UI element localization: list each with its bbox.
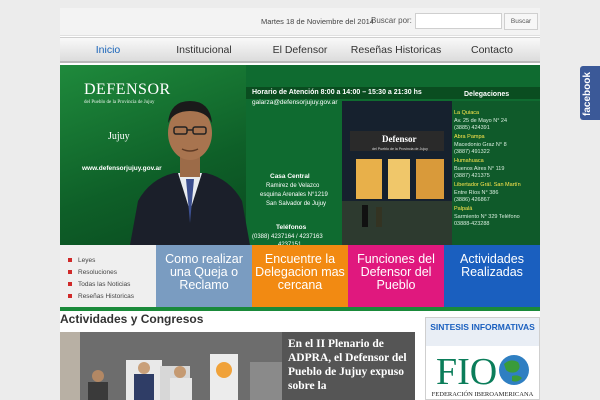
nav-item-institucional[interactable]: Institucional: [156, 38, 252, 62]
nav-item-resenas-historicas[interactable]: Reseñas Historicas: [348, 38, 444, 62]
delegacion-line: Humahuaca: [454, 158, 484, 164]
building-sign-sub: del Pueblo de la Provincia de Jujuy: [372, 147, 428, 151]
delegacion-line: Buenos Aires N° 119: [454, 166, 505, 172]
current-date: Martes 18 de Noviembre del 2014: [261, 17, 374, 26]
delegacion-line: Sarmiento N° 329 Teléfono: [454, 214, 520, 220]
fio-logo: FIO: [436, 351, 529, 388]
nav-item-el-defensor[interactable]: El Defensor: [252, 38, 348, 62]
nav-item-contacto[interactable]: Contacto: [444, 38, 540, 62]
quicklink-todas-noticias[interactable]: Todas las Noticias: [68, 281, 130, 288]
casa-address-line: esquina Arenales N°1219: [260, 192, 328, 198]
tile-actividades[interactable]: Actividades Realizadas: [444, 245, 540, 307]
bullet-icon: [68, 258, 72, 263]
delegacion-line: (3887) 491322: [454, 149, 490, 155]
fio-caption: FEDERACIÓN IBEROAMERICANA: [431, 391, 534, 398]
delegacion-line: Av. 25 de Mayo N° 24: [454, 118, 508, 124]
bullet-icon: [68, 282, 72, 287]
delegacion-line: La Quiaca: [454, 110, 480, 116]
phone-line: (0388) 4237164 / 4237163: [252, 234, 323, 240]
search-label: Buscar por:: [371, 16, 412, 25]
delegacion-line: Libertador Grál. San Martín: [454, 182, 521, 188]
delegacion-line: (3886) 426867: [454, 197, 490, 203]
quicklink-leyes[interactable]: Leyes: [68, 257, 95, 264]
feature-tiles: Leyes Resoluciones Todas las Noticias Re…: [60, 245, 540, 307]
delegacion-line: Entre Ríos N° 386: [454, 190, 499, 196]
facebook-label: facebook: [582, 72, 593, 116]
article-photo[interactable]: [60, 332, 282, 400]
search-button[interactable]: Buscar: [504, 13, 538, 30]
tile-delegacion[interactable]: Encuentre la Delegacion mas cercana: [252, 245, 348, 307]
casa-address-line: Ramirez de Velazco: [266, 183, 320, 189]
casa-address-line: San Salvador de Jujuy: [266, 201, 327, 207]
fio-letters: FIO: [436, 351, 497, 388]
hero-banner: DEFENSOR del Pueblo de la Provincia de J…: [60, 65, 540, 248]
article-headline-box[interactable]: En el II Plenario de ADPRA, el Defensor …: [282, 332, 415, 400]
sintesis-widget[interactable]: SINTESIS INFORMATIVAS FIO FEDERACIÓN IBE…: [425, 317, 540, 400]
contact-email[interactable]: galarza@defensorjujuy.gov.ar: [252, 99, 338, 106]
building-photo: Defensor del Pueblo de la Provincia de J…: [342, 101, 452, 245]
green-divider: [60, 307, 540, 311]
delegacion-line: (3887) 421375: [454, 173, 490, 179]
delegacion-line: Macedonio Graz N° 8: [454, 142, 507, 148]
delegacion-line: (3885) 424391: [454, 125, 490, 131]
section-title: Actividades y Congresos: [60, 312, 204, 326]
tile-queja-reclamo[interactable]: Como realizar una Queja o Reclamo: [156, 245, 252, 307]
main-nav: Inicio Institucional El Defensor Reseñas…: [60, 37, 540, 63]
site-container: Martes 18 de Noviembre del 2014 Buscar p…: [60, 8, 540, 400]
bullet-icon: [68, 270, 72, 275]
defensor-portrait: [130, 101, 250, 245]
bullet-icon: [68, 294, 72, 299]
building-sign: Defensor: [382, 134, 417, 144]
sintesis-title: SINTESIS INFORMATIVAS: [430, 322, 535, 332]
logo-province: Jujuy: [108, 131, 130, 142]
quick-links: Leyes Resoluciones Todas las Noticias Re…: [60, 245, 156, 307]
quicklink-resoluciones[interactable]: Resoluciones: [68, 269, 117, 276]
quicklink-resenas[interactable]: Reseñas Historicas: [68, 293, 134, 300]
page: Martes 18 de Noviembre del 2014 Buscar p…: [0, 0, 600, 400]
delegacion-line: 03888-423288: [454, 221, 490, 227]
telefonos-title: Teléfonos: [276, 224, 307, 231]
sintesis-header: SINTESIS INFORMATIVAS: [426, 318, 539, 346]
casa-central-title: Casa Central: [270, 173, 310, 180]
article-headline[interactable]: En el II Plenario de ADPRA, el Defensor …: [288, 337, 412, 393]
tile-funciones[interactable]: Funciones del Defensor del Pueblo: [348, 245, 444, 307]
search-input[interactable]: [415, 13, 502, 29]
office-hours: Horario de Atención 8:00 a 14:00 – 15:30…: [252, 89, 422, 96]
delegacion-line: Abra Pampa: [454, 134, 485, 140]
facebook-tab[interactable]: facebook: [580, 66, 600, 120]
delegacion-line: Palpalá: [454, 206, 473, 212]
top-bar: Martes 18 de Noviembre del 2014 Buscar p…: [60, 8, 540, 36]
delegaciones-title: Delegaciones: [464, 91, 510, 98]
nav-item-inicio[interactable]: Inicio: [60, 38, 156, 62]
